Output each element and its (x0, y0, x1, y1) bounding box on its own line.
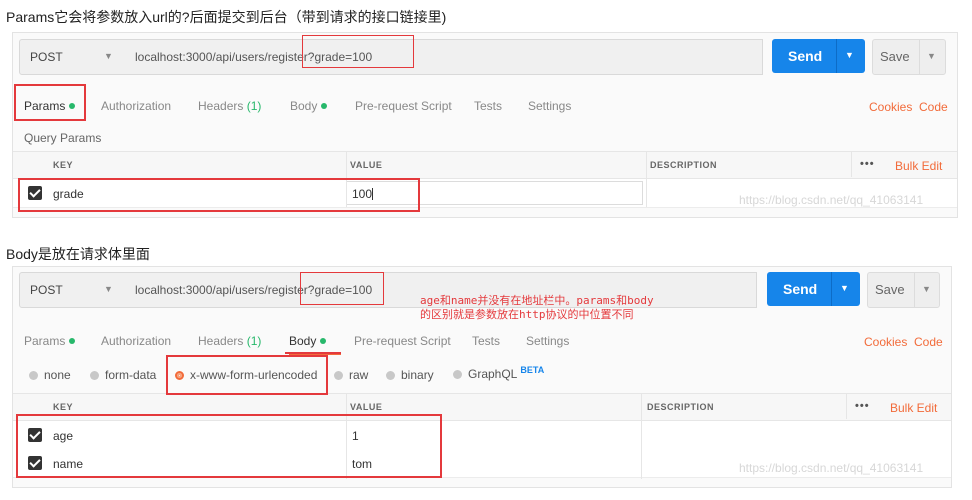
code-link[interactable]: Code (914, 335, 943, 349)
col-description: DESCRIPTION (647, 402, 715, 412)
radio-icon (29, 371, 38, 380)
tab-tests[interactable]: Tests (472, 334, 500, 348)
col-divider (646, 151, 647, 207)
code-link[interactable]: Code (919, 100, 948, 114)
col-value: VALUE (350, 402, 383, 412)
body-type-form-data[interactable]: form-data (90, 368, 156, 382)
tab-headers[interactable]: Headers (1) (198, 334, 261, 348)
bulk-edit-link[interactable]: Bulk Edit (890, 401, 937, 415)
highlight-url-query (302, 35, 414, 68)
save-divider (919, 40, 920, 74)
cookies-link[interactable]: Cookies (864, 335, 907, 349)
col-divider (846, 393, 847, 419)
tab-body[interactable]: Body (289, 334, 327, 348)
col-divider (641, 393, 642, 479)
tab-tests[interactable]: Tests (474, 99, 502, 113)
highlight-params-row (18, 178, 420, 212)
send-button[interactable]: Send ▼ (772, 39, 865, 73)
more-options-icon[interactable]: ••• (855, 400, 870, 412)
request-bar: POST ▼ localhost:3000/api/users/register… (13, 39, 957, 77)
body-dot-icon (320, 338, 327, 344)
col-key: KEY (53, 402, 74, 412)
tab-authorization[interactable]: Authorization (101, 334, 171, 348)
params-table-header: KEY VALUE DESCRIPTION ••• Bulk Edit (13, 151, 957, 179)
col-divider (851, 151, 852, 177)
send-dropdown-icon[interactable]: ▼ (840, 283, 849, 293)
col-key: KEY (53, 160, 74, 170)
body-type-binary[interactable]: binary (386, 368, 434, 382)
highlight-urlencoded (166, 355, 328, 395)
body-dot-icon (321, 103, 328, 109)
url-input[interactable]: localhost:3000/api/users/register?grade=… (126, 39, 763, 75)
send-divider (831, 272, 832, 306)
highlight-params-tab (14, 84, 86, 121)
method-label: POST (30, 50, 63, 64)
tab-pre-request-script[interactable]: Pre-request Script (354, 334, 451, 348)
tab-settings[interactable]: Settings (526, 334, 569, 348)
send-label: Send (788, 48, 823, 64)
caption-middle: Body是放在请求体里面 (6, 246, 150, 262)
method-select[interactable]: POST ▼ (19, 272, 127, 308)
method-label: POST (30, 283, 63, 297)
highlight-body-rows (16, 414, 442, 478)
watermark: https://blog.csdn.net/qq_41063141 (739, 193, 924, 207)
save-label: Save (875, 282, 905, 297)
radio-icon (453, 370, 462, 379)
radio-icon (334, 371, 343, 380)
save-divider (914, 273, 915, 307)
query-params-title: Query Params (24, 131, 102, 145)
chevron-down-icon: ▼ (104, 51, 113, 61)
col-description: DESCRIPTION (650, 160, 718, 170)
tab-headers[interactable]: Headers (1) (198, 99, 261, 113)
method-select[interactable]: POST ▼ (19, 39, 127, 75)
annotation-line-2: 的区别就是参数放在http协议的中位置不同 (420, 308, 634, 321)
send-divider (836, 39, 837, 73)
params-dot-icon (69, 338, 76, 344)
body-type-none[interactable]: none (29, 368, 71, 382)
send-label: Send (783, 281, 818, 297)
radio-icon (386, 371, 395, 380)
highlight-url-query (300, 272, 384, 305)
col-value: VALUE (350, 160, 383, 170)
radio-icon (90, 371, 99, 380)
more-options-icon[interactable]: ••• (860, 158, 875, 170)
body-type-raw[interactable]: raw (334, 368, 368, 382)
tab-authorization[interactable]: Authorization (101, 99, 171, 113)
highlight-body-tab-top (285, 352, 341, 354)
tab-settings[interactable]: Settings (528, 99, 571, 113)
annotation-line-1: age和name并没有在地址栏中。params和body (420, 294, 654, 307)
tab-pre-request-script[interactable]: Pre-request Script (355, 99, 452, 113)
chevron-down-icon: ▼ (104, 284, 113, 294)
save-button[interactable]: Save ▼ (867, 272, 940, 308)
annotation-note: age和name并没有在地址栏中。params和body 的区别就是参数放在ht… (420, 294, 654, 322)
beta-badge: BETA (520, 365, 545, 375)
save-label: Save (880, 49, 910, 64)
bulk-edit-link[interactable]: Bulk Edit (895, 159, 942, 173)
send-button[interactable]: Send ▼ (767, 272, 860, 306)
watermark: https://blog.csdn.net/qq_41063141 (739, 461, 924, 475)
tab-body[interactable]: Body (290, 99, 328, 113)
save-button[interactable]: Save ▼ (872, 39, 946, 75)
save-dropdown-icon[interactable]: ▼ (927, 51, 936, 61)
save-dropdown-icon[interactable]: ▼ (922, 284, 931, 294)
tab-params[interactable]: Params (24, 334, 76, 348)
send-dropdown-icon[interactable]: ▼ (845, 50, 854, 60)
cookies-link[interactable]: Cookies (869, 100, 912, 114)
caption-top: Params它会将参数放入url的?后面提交到后台（带到请求的接口链接里) (6, 9, 447, 25)
body-type-graphql[interactable]: GraphQL BETA (453, 365, 544, 381)
